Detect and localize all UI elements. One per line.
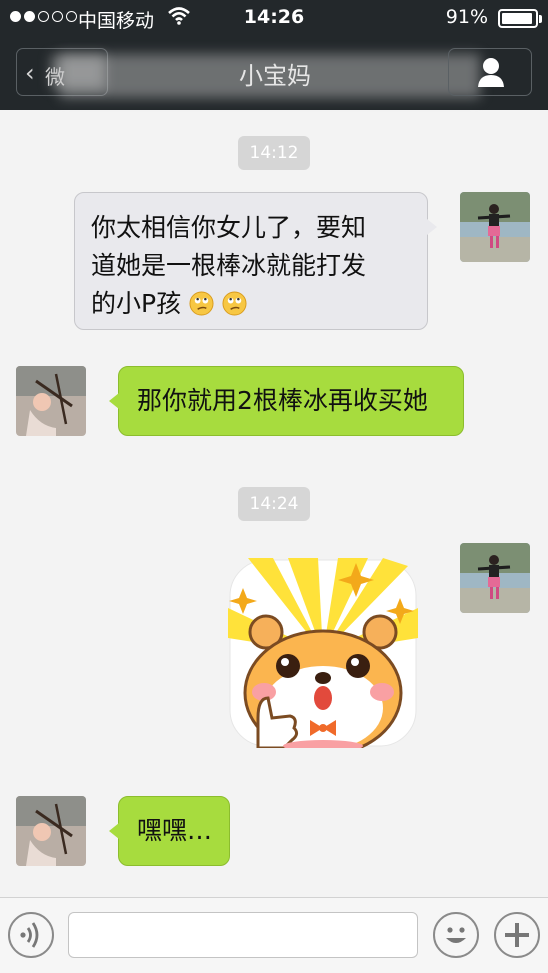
status-bar: 中国移动 14:26 91% xyxy=(0,0,548,36)
hamster-sticker[interactable] xyxy=(228,558,418,748)
battery-icon xyxy=(498,9,542,28)
chat-info-button[interactable] xyxy=(448,48,532,96)
avatar[interactable] xyxy=(16,366,86,436)
nav-bar: ‹ 微 小宝妈 xyxy=(0,36,548,110)
battery-percent: 91% xyxy=(445,6,488,28)
plus-icon xyxy=(505,923,529,947)
person-icon xyxy=(478,58,504,87)
timestamp: 14:24 xyxy=(238,487,310,521)
voice-button[interactable] xyxy=(8,912,54,958)
message-text-line: 道她是一根棒冰就能打发 xyxy=(91,251,367,280)
timestamp: 14:12 xyxy=(238,136,310,170)
avatar[interactable] xyxy=(460,543,530,613)
message-text-line: 的小P孩 xyxy=(91,289,182,318)
smiley-icon xyxy=(446,927,466,943)
message-text: 嘿嘿… xyxy=(137,816,213,845)
rolling-eyes-emoji-icon xyxy=(189,291,214,316)
message-text-line: 你太相信你女儿了，要知 xyxy=(91,213,367,242)
message-text-row: 的小P孩 xyxy=(91,285,413,323)
header: 中国移动 14:26 91% ‹ 微 小宝妈 xyxy=(0,0,548,110)
message-input[interactable] xyxy=(68,912,418,958)
message-bubble[interactable]: 你太相信你女儿了，要知 道她是一根棒冰就能打发 的小P孩 xyxy=(74,192,437,330)
message-text: 那你就用2根棒冰再收买她 xyxy=(137,386,428,415)
chevron-left-icon: ‹ xyxy=(25,59,35,87)
voice-icon xyxy=(20,922,39,948)
more-button[interactable] xyxy=(494,912,540,958)
avatar[interactable] xyxy=(460,192,530,262)
rolling-eyes-emoji-icon xyxy=(222,291,247,316)
message-bubble[interactable]: 那你就用2根棒冰再收买她 xyxy=(109,366,464,436)
input-bar xyxy=(0,897,548,973)
emoji-button[interactable] xyxy=(433,912,479,958)
message-bubble[interactable]: 嘿嘿… xyxy=(109,796,230,866)
avatar[interactable] xyxy=(16,796,86,866)
